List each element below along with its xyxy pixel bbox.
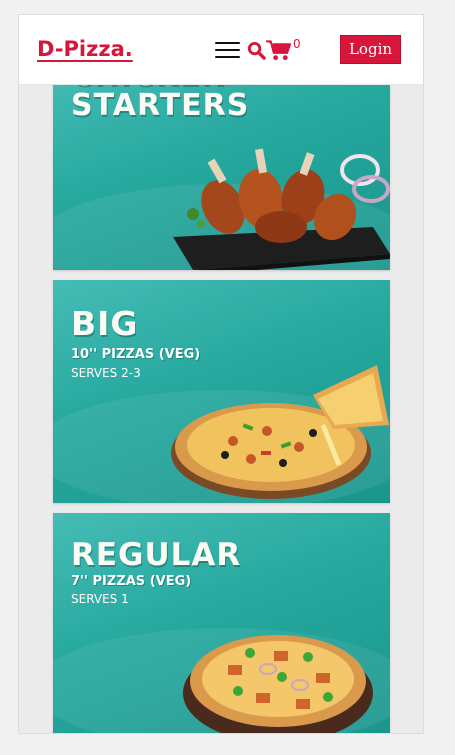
- big-pizza-image: [171, 365, 389, 499]
- login-button[interactable]: Login: [340, 35, 401, 64]
- site-header: D-Pizza. 0 Login: [19, 15, 423, 85]
- hamburger-line: [215, 42, 240, 44]
- cart-icon[interactable]: [265, 38, 292, 62]
- page-frame: CHICKEN STARTERS BIG 10'' PIZZAS (VEG) S…: [18, 14, 424, 734]
- chicken-starters-image: [173, 148, 390, 270]
- regular-pizza-image: [183, 635, 373, 733]
- cart-count-badge: 0: [293, 37, 301, 51]
- banner-serves: SERVES 2-3: [71, 366, 141, 380]
- banner-serves: SERVES 1: [71, 592, 129, 606]
- big-pizza-banner[interactable]: BIG 10'' PIZZAS (VEG) SERVES 2-3: [53, 280, 390, 503]
- site-logo[interactable]: D-Pizza.: [37, 37, 133, 61]
- banner-subtitle: 7'' PIZZAS (VEG): [71, 574, 192, 589]
- regular-pizza-banner[interactable]: REGULAR 7'' PIZZAS (VEG) SERVES 1: [53, 513, 390, 733]
- banner-title: STARTERS: [71, 88, 250, 123]
- hamburger-line: [215, 49, 240, 51]
- hamburger-line: [215, 56, 240, 58]
- banner-title: REGULAR: [71, 537, 242, 573]
- search-icon[interactable]: [247, 41, 266, 60]
- chicken-starters-banner[interactable]: CHICKEN STARTERS: [53, 64, 390, 270]
- banner-title: BIG: [71, 304, 139, 343]
- hamburger-menu-icon[interactable]: [215, 41, 240, 59]
